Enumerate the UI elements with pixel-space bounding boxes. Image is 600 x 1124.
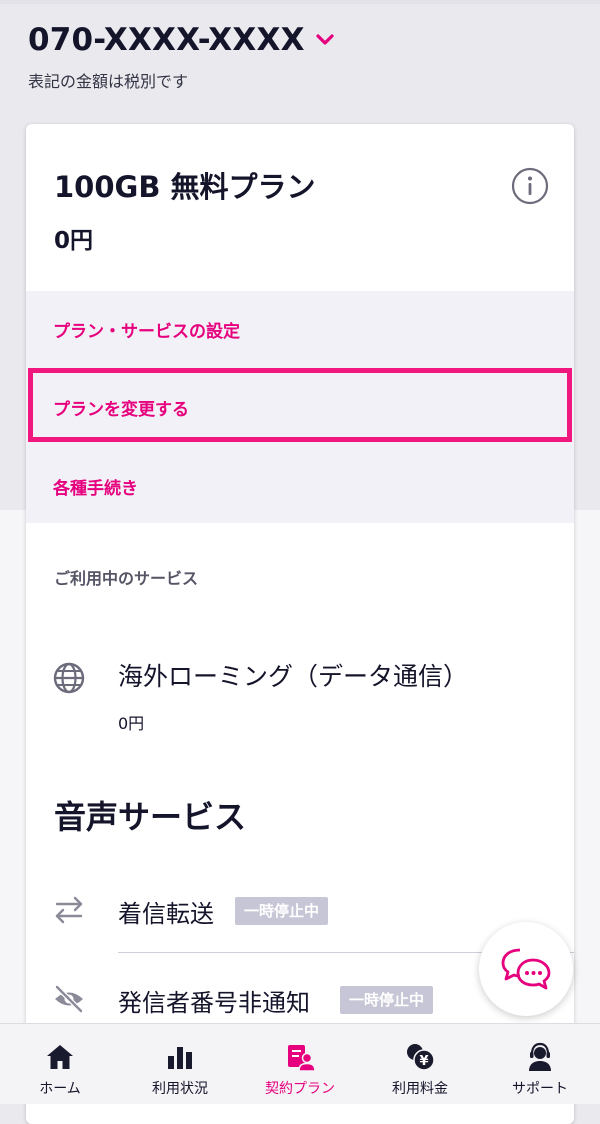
nav-label: 契約プラン — [265, 1081, 335, 1097]
section-label-services: ご利用中のサービス — [54, 569, 199, 588]
menu-item-procedures[interactable]: 各種手続き — [26, 448, 574, 524]
phone-selector[interactable]: 070-XXXX-XXXX — [28, 22, 335, 58]
menu-item-change-plan[interactable]: プランを変更する — [26, 369, 574, 445]
chat-bubbles-icon — [501, 948, 551, 990]
nav-label: 利用状況 — [152, 1081, 208, 1097]
tax-note: 表記の金額は税別です — [28, 72, 189, 91]
status-badge: 一時停止中 — [235, 897, 329, 925]
nav-item-charges[interactable]: ¥ 利用料金 — [360, 1024, 480, 1104]
bottom-nav: ホーム 利用状況 契約プラン ¥ 利用料金 サポート — [0, 1023, 600, 1104]
menu-item-plan-service-settings[interactable]: プラン・サービスの設定 — [26, 291, 574, 367]
chevron-down-icon[interactable] — [315, 30, 335, 50]
home-icon — [47, 1045, 73, 1069]
bar-chart-icon — [168, 1047, 192, 1069]
header: 070-XXXX-XXXX 表記の金額は税別です — [28, 22, 335, 92]
nav-label: ホーム — [39, 1081, 81, 1097]
nav-item-contract-plan[interactable]: 契約プラン — [240, 1024, 360, 1104]
plan-name: 100GB 無料プラン — [54, 170, 316, 204]
svg-text:¥: ¥ — [419, 1054, 428, 1069]
nav-item-support[interactable]: サポート — [480, 1024, 600, 1104]
plan-price: 0円 — [54, 228, 94, 254]
nav-item-usage[interactable]: 利用状況 — [120, 1024, 240, 1104]
menu-item-label: 各種手続き — [53, 478, 138, 499]
eye-off-icon — [55, 985, 83, 1013]
info-icon[interactable] — [510, 166, 550, 206]
service-call-forwarding[interactable]: 着信転送 一時停止中 — [52, 885, 554, 935]
arrows-swap-icon — [55, 896, 83, 924]
contract-icon — [288, 1045, 315, 1072]
roaming-name: 海外ローミング（データ通信） — [118, 662, 469, 691]
nav-label: サポート — [512, 1081, 568, 1097]
chat-button[interactable] — [479, 922, 573, 1016]
globe-icon — [53, 662, 85, 694]
status-badge: 一時停止中 — [340, 986, 434, 1014]
status-strip — [0, 0, 600, 4]
plan-menu: プラン・サービスの設定 プランを変更する 各種手続き — [26, 291, 574, 523]
roaming-price: 0円 — [118, 714, 145, 733]
menu-item-label: プラン・サービスの設定 — [53, 321, 240, 342]
menu-item-label: プランを変更する — [53, 399, 189, 420]
service-name: 発信者番号非通知 — [118, 989, 310, 1017]
yen-coins-icon: ¥ — [407, 1044, 435, 1071]
nav-item-home[interactable]: ホーム — [0, 1024, 120, 1104]
service-caller-id-hidden[interactable]: 発信者番号非通知 一時停止中 — [52, 974, 554, 1024]
nav-label: 利用料金 — [392, 1081, 448, 1097]
service-name: 着信転送 — [118, 900, 214, 928]
phone-number[interactable]: 070-XXXX-XXXX — [28, 22, 305, 58]
support-agent-icon — [529, 1042, 551, 1071]
voice-services-title: 音声サービス — [54, 798, 247, 836]
